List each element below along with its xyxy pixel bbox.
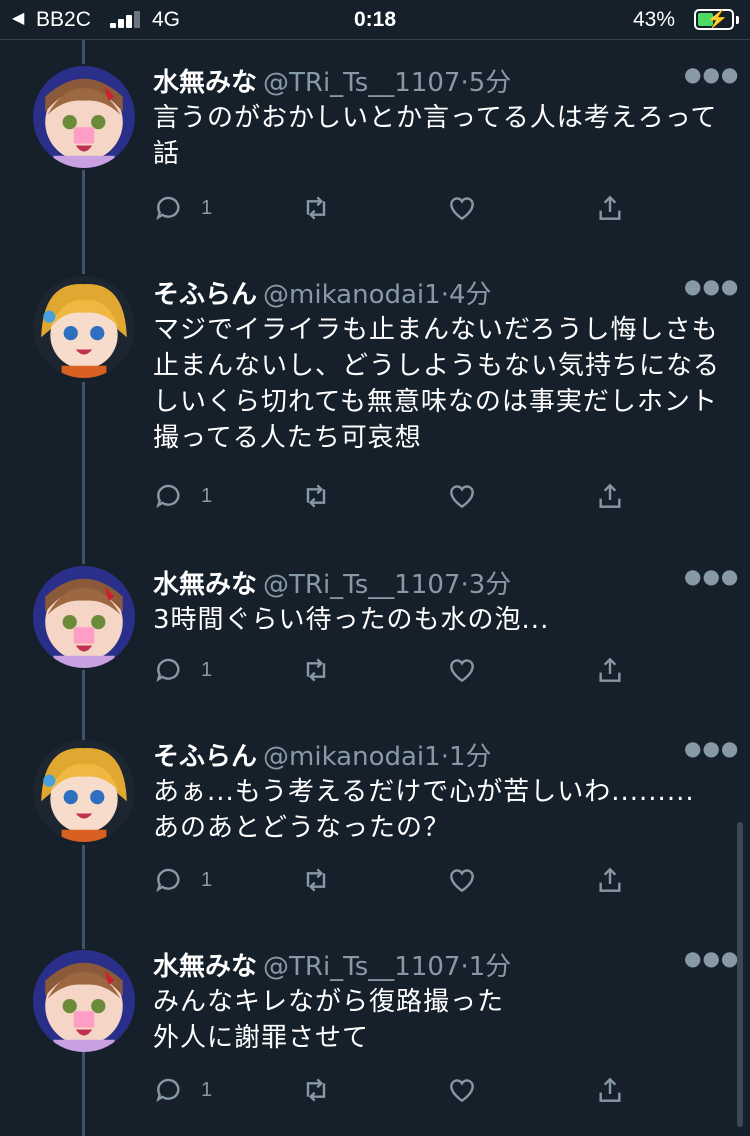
share-button[interactable]	[594, 1070, 626, 1110]
tweet-time[interactable]: ·5分	[460, 68, 511, 98]
thread-line	[82, 40, 85, 64]
reply-count: 1	[201, 484, 213, 507]
tweet-time[interactable]: ·4分	[441, 280, 492, 310]
tweet-header: そふらん @mikanodai1·4分	[153, 274, 492, 310]
display-name[interactable]: 水無みな	[153, 952, 257, 982]
tweet-header: 水無みな @TRi_Ts__1107·3分	[153, 564, 511, 600]
avatar-mina-image	[33, 950, 135, 1052]
heart-icon	[450, 869, 474, 893]
like-button[interactable]	[446, 476, 478, 516]
reply-icon	[156, 658, 180, 683]
tweet-actions: 1	[0, 188, 750, 228]
avatar[interactable]	[33, 740, 135, 842]
retweet-button[interactable]	[300, 860, 332, 900]
share-button[interactable]	[594, 188, 626, 228]
tweet-header: そふらん @mikanodai1·1分	[153, 736, 492, 772]
user-handle[interactable]: @TRi_Ts__1107	[263, 952, 460, 982]
tweet-header: 水無みな @TRi_Ts__1107·5分	[153, 62, 511, 98]
reply-count: 1	[201, 1078, 213, 1101]
share-icon	[599, 1077, 621, 1102]
share-icon	[599, 867, 621, 892]
more-icon[interactable]: ●●●	[684, 274, 739, 298]
avatar[interactable]	[33, 276, 135, 378]
charging-icon: ⚡	[706, 9, 729, 29]
avatar-mina-image	[33, 66, 135, 168]
user-handle[interactable]: @TRi_Ts__1107	[263, 68, 460, 98]
tweet-time[interactable]: ·1分	[460, 952, 511, 982]
like-button[interactable]	[446, 650, 478, 690]
more-icon[interactable]: ●●●	[684, 564, 739, 588]
display-name[interactable]: そふらん	[153, 280, 257, 310]
tweet-header: 水無みな @TRi_Ts__1107·1分	[153, 946, 511, 982]
reply-button[interactable]: 1	[153, 1070, 212, 1110]
share-icon	[599, 195, 621, 220]
retweet-button[interactable]	[300, 476, 332, 516]
reply-count: 1	[201, 658, 213, 681]
reply-icon	[156, 196, 180, 221]
user-handle[interactable]: @mikanodai1	[263, 280, 441, 310]
share-button[interactable]	[594, 650, 626, 690]
thread-line	[82, 382, 85, 564]
retweet-icon	[306, 868, 326, 892]
battery-percent: 43%	[633, 8, 676, 31]
display-name[interactable]: 水無みな	[153, 570, 257, 600]
reply-icon	[156, 484, 180, 509]
share-button[interactable]	[594, 860, 626, 900]
tweet-actions: 1	[0, 860, 750, 900]
reply-count: 1	[201, 196, 213, 219]
more-icon[interactable]: ●●●	[684, 946, 739, 970]
tweet-actions: 1	[0, 476, 750, 516]
tweet-actions: 1	[0, 650, 750, 690]
tweet-time[interactable]: ·3分	[460, 570, 511, 600]
retweet-button[interactable]	[300, 650, 332, 690]
display-name[interactable]: 水無みな	[153, 68, 257, 98]
tweet-actions: 1	[0, 1070, 750, 1110]
share-icon	[599, 483, 621, 508]
like-button[interactable]	[446, 188, 478, 228]
avatar-sofuran-image	[33, 276, 135, 378]
reply-icon	[156, 1078, 180, 1103]
battery-icon: ⚡	[694, 9, 734, 30]
tweet-text: 3時間ぐらい待ったのも水の泡...	[153, 605, 550, 635]
reply-button[interactable]: 1	[153, 188, 212, 228]
heart-icon	[450, 197, 474, 221]
status-bar: ◀ BB2C 4G 0:18 43% ⚡	[0, 0, 750, 40]
user-handle[interactable]: @mikanodai1	[263, 742, 441, 772]
retweet-icon	[306, 484, 326, 508]
more-icon[interactable]: ●●●	[684, 62, 739, 86]
reply-button[interactable]: 1	[153, 650, 212, 690]
like-button[interactable]	[446, 1070, 478, 1110]
share-icon	[599, 657, 621, 682]
user-handle[interactable]: @TRi_Ts__1107	[263, 570, 460, 600]
avatar-sofuran-image	[33, 740, 135, 842]
scrollbar[interactable]	[737, 822, 743, 1127]
retweet-icon	[306, 658, 326, 682]
reply-button[interactable]: 1	[153, 860, 212, 900]
share-button[interactable]	[594, 476, 626, 516]
tweet-text: あぁ...もう考えるだけで心が苦しいわ......... あのあとどうなったの？	[153, 777, 695, 843]
retweet-icon	[306, 1078, 326, 1102]
retweet-icon	[306, 196, 326, 220]
display-name[interactable]: そふらん	[153, 742, 257, 772]
avatar[interactable]	[33, 66, 135, 168]
heart-icon	[450, 485, 474, 509]
reply-icon	[156, 868, 180, 893]
more-icon[interactable]: ●●●	[684, 736, 739, 760]
retweet-button[interactable]	[300, 1070, 332, 1110]
reply-count: 1	[201, 868, 213, 891]
tweet-text: マジでイライラも止まんないだろうし悔しさも止まんないし、どうしようもない気持ちに…	[153, 315, 721, 453]
like-button[interactable]	[446, 860, 478, 900]
heart-icon	[450, 659, 474, 683]
reply-button[interactable]: 1	[153, 476, 212, 516]
tweet-time[interactable]: ·1分	[441, 742, 492, 772]
tweet-text: 言うのがおかしいとか言ってる人は考えろって話	[153, 103, 718, 169]
battery-tip	[736, 16, 739, 24]
avatar[interactable]	[33, 950, 135, 1052]
tweet-text: みんなキレながら復路撮った 外人に謝罪させて	[153, 987, 505, 1053]
heart-icon	[450, 1079, 474, 1103]
retweet-button[interactable]	[300, 188, 332, 228]
